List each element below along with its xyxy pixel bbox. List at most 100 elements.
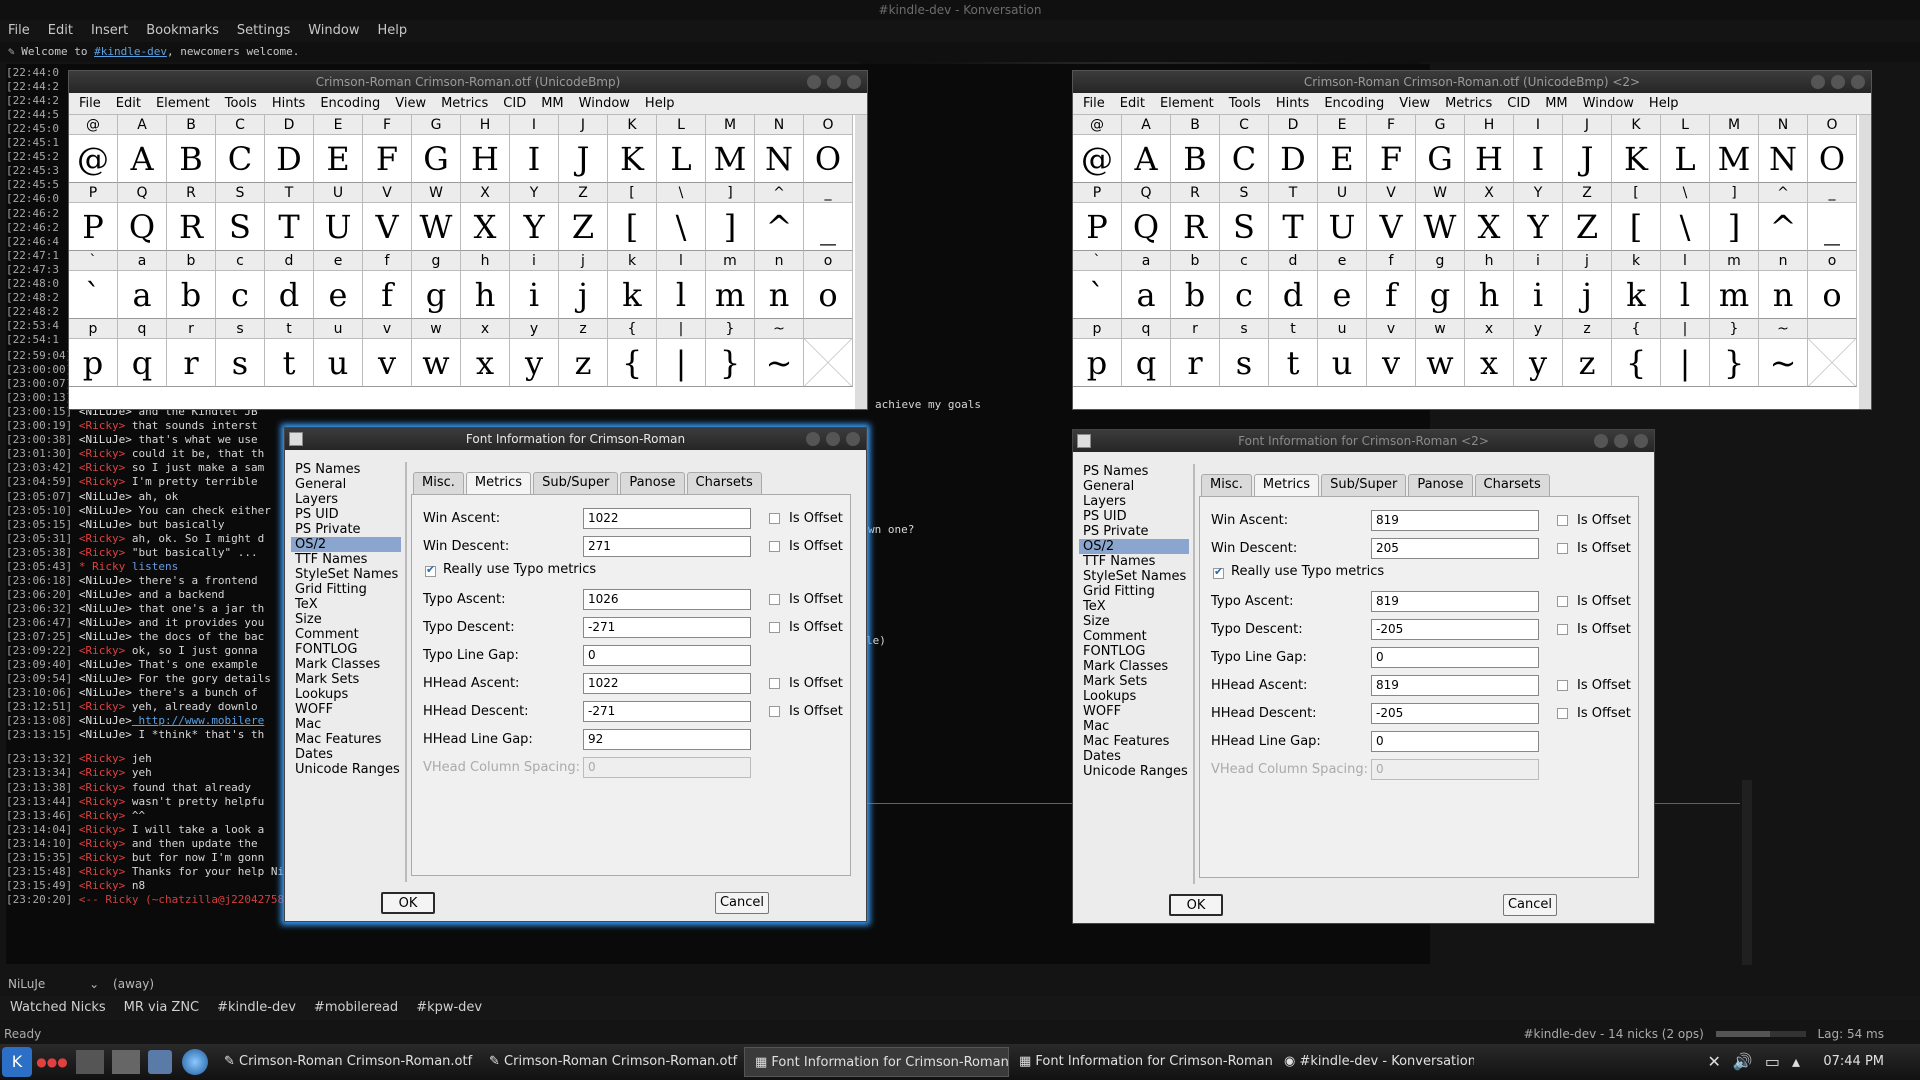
- glyph-cell[interactable]: Q: [118, 203, 167, 251]
- chat-nick[interactable]: <Ricky>: [79, 546, 125, 559]
- section-item[interactable]: Mac: [291, 717, 401, 732]
- tab-charsets[interactable]: Charsets: [1474, 474, 1550, 496]
- menu-edit[interactable]: Edit: [1120, 93, 1145, 114]
- chat-nick[interactable]: <Ricky>: [79, 823, 125, 836]
- glyph-cell[interactable]: g: [412, 271, 461, 319]
- chat-nick[interactable]: <Ricky>: [79, 766, 125, 779]
- glyph-cell[interactable]: `: [69, 271, 118, 319]
- volume-icon[interactable]: 🔊: [1733, 1052, 1753, 1071]
- typo-line-gap-input[interactable]: 0: [1371, 647, 1539, 668]
- glyph-cell[interactable]: h: [1465, 271, 1514, 319]
- glyph-cell[interactable]: s: [216, 339, 265, 387]
- menu-encoding[interactable]: Encoding: [320, 93, 380, 114]
- typo-descent-input[interactable]: -271: [583, 617, 751, 638]
- tab-charsets[interactable]: Charsets: [686, 472, 762, 494]
- glyph-cell[interactable]: J: [559, 135, 608, 183]
- glyph-cell[interactable]: r: [167, 339, 216, 387]
- chevron-down-icon[interactable]: ⌄: [89, 977, 99, 991]
- glyph-cell[interactable]: U: [1318, 203, 1367, 251]
- glyph-cell[interactable]: Y: [1514, 203, 1563, 251]
- chat-nick[interactable]: <NiLuJe>: [79, 588, 132, 601]
- glyph-cell[interactable]: [804, 339, 853, 387]
- glyph-cell[interactable]: |: [1661, 339, 1710, 387]
- glyph-cell[interactable]: X: [1465, 203, 1514, 251]
- tab--kindle-dev[interactable]: #kindle-dev: [211, 996, 302, 1020]
- glyph-cell[interactable]: A: [1122, 135, 1171, 183]
- menu-hints[interactable]: Hints: [272, 93, 306, 114]
- glyph-cell[interactable]: b: [167, 271, 216, 319]
- glyph-cell[interactable]: G: [1416, 135, 1465, 183]
- network-icon[interactable]: ✕: [1708, 1052, 1721, 1071]
- chat-nick[interactable]: <NiLuJe>: [79, 518, 132, 531]
- glyph-cell[interactable]: K: [1612, 135, 1661, 183]
- glyph-cell[interactable]: u: [314, 339, 363, 387]
- glyph-cell[interactable]: C: [216, 135, 265, 183]
- glyph-cell[interactable]: ^: [755, 203, 804, 251]
- ok-button[interactable]: OK: [381, 892, 435, 914]
- section-item[interactable]: WOFF: [291, 702, 401, 717]
- taskbar-item[interactable]: ✎ Crimson-Roman Crimson-Roman.otf: [214, 1047, 479, 1077]
- glyph-cell[interactable]: V: [1367, 203, 1416, 251]
- glyph-cell[interactable]: O: [1808, 135, 1857, 183]
- chat-nick[interactable]: <Ricky>: [79, 475, 125, 488]
- chat-nick[interactable]: <NiLuJe>: [79, 672, 132, 685]
- battery-icon[interactable]: ▭: [1765, 1052, 1780, 1071]
- hhead-ascent-input[interactable]: 1022: [583, 673, 751, 694]
- chat-nick[interactable]: <Ricky>: [79, 809, 125, 822]
- menu-window[interactable]: Window: [308, 20, 359, 42]
- glyph-cell[interactable]: ~: [1759, 339, 1808, 387]
- chat-nick[interactable]: <NiLuJe>: [79, 602, 132, 615]
- maximize-button[interactable]: [1614, 434, 1628, 448]
- section-item[interactable]: OS/2: [1079, 539, 1189, 554]
- chat-nick[interactable]: <Ricky>: [79, 795, 125, 808]
- glyph-cell[interactable]: z: [1563, 339, 1612, 387]
- glyph-cell[interactable]: \: [657, 203, 706, 251]
- section-item[interactable]: Comment: [1079, 629, 1189, 644]
- glyph-cell[interactable]: \: [1661, 203, 1710, 251]
- glyph-cell[interactable]: Q: [1122, 203, 1171, 251]
- section-item[interactable]: PS UID: [1079, 509, 1189, 524]
- glyph-cell[interactable]: }: [706, 339, 755, 387]
- chat-nick[interactable]: <NiLuJe>: [79, 630, 132, 643]
- menu-file[interactable]: File: [1083, 93, 1105, 114]
- chat-nick[interactable]: <Ricky>: [79, 837, 125, 850]
- start-menu-icon[interactable]: K: [2, 1047, 32, 1077]
- section-item[interactable]: TTF Names: [1079, 554, 1189, 569]
- nick-value[interactable]: NiLuJe: [8, 977, 45, 991]
- glyph-cell[interactable]: m: [706, 271, 755, 319]
- glyph-grid[interactable]: @ @ A A B B C C D D E E F F G G H H I I J J K K L L M M N N O O P P Q Q R R S S…: [1073, 115, 1859, 409]
- cancel-button[interactable]: Cancel: [1503, 894, 1557, 916]
- glyph-cell[interactable]: a: [1122, 271, 1171, 319]
- glyph-cell[interactable]: b: [1171, 271, 1220, 319]
- minimize-button[interactable]: [1811, 75, 1825, 89]
- typo-line-gap-input[interactable]: 0: [583, 645, 751, 666]
- section-item[interactable]: Grid Fitting: [291, 582, 401, 597]
- tab--kpw-dev[interactable]: #kpw-dev: [410, 996, 488, 1020]
- menu-edit[interactable]: Edit: [48, 20, 73, 42]
- section-item[interactable]: FONTLOG: [291, 642, 401, 657]
- tray-arrow-icon[interactable]: ▴: [1792, 1052, 1800, 1071]
- desktop-pager-icon[interactable]: [76, 1050, 104, 1074]
- glyph-cell[interactable]: f: [363, 271, 412, 319]
- file-manager-icon[interactable]: [148, 1050, 172, 1074]
- glyph-cell[interactable]: q: [118, 339, 167, 387]
- glyph-cell[interactable]: r: [1171, 339, 1220, 387]
- chat-nick[interactable]: <NiLuJe>: [79, 490, 132, 503]
- section-item[interactable]: PS Private: [291, 522, 401, 537]
- glyph-cell[interactable]: i: [1514, 271, 1563, 319]
- glyph-cell[interactable]: j: [559, 271, 608, 319]
- menu-help[interactable]: Help: [645, 93, 675, 114]
- chat-nick[interactable]: <NiLuJe>: [79, 714, 132, 727]
- tab-mr-via-znc[interactable]: MR via ZNC: [118, 996, 206, 1020]
- glyph-cell[interactable]: v: [363, 339, 412, 387]
- ok-button[interactable]: OK: [1169, 894, 1223, 916]
- menu-window[interactable]: Window: [579, 93, 630, 114]
- maximize-button[interactable]: [827, 75, 841, 89]
- menu-element[interactable]: Element: [156, 93, 210, 114]
- glyph-cell[interactable]: T: [265, 203, 314, 251]
- win-ascent-input[interactable]: 1022: [583, 508, 751, 529]
- maximize-button[interactable]: [1831, 75, 1845, 89]
- glyph-cell[interactable]: [: [1612, 203, 1661, 251]
- glyph-cell[interactable]: N: [1759, 135, 1808, 183]
- chat-nick[interactable]: <NiLuJe>: [79, 574, 132, 587]
